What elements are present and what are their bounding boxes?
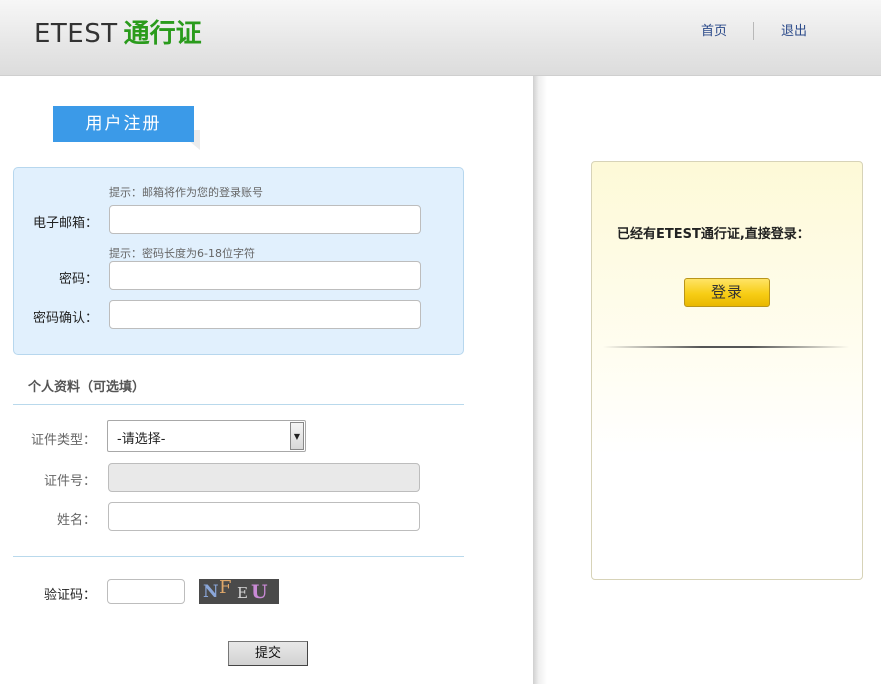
column-shadow: [533, 76, 547, 684]
id-type-label: 证件类型：: [30, 433, 96, 448]
logo-accent-text: 通行证: [123, 19, 202, 49]
password-confirm-field[interactable]: [109, 300, 421, 329]
captcha-char: N: [203, 582, 219, 602]
nav-logout-link[interactable]: 退出: [781, 22, 807, 42]
header-bar: ETEST 通行证 首页 退出: [0, 0, 881, 76]
id-type-selected-value: -请选择-: [117, 432, 166, 447]
email-label: 电子邮箱：: [32, 216, 98, 231]
name-field[interactable]: [108, 502, 420, 531]
password-field[interactable]: [109, 261, 421, 290]
name-label: 姓名：: [56, 513, 96, 528]
captcha-field[interactable]: [107, 579, 185, 604]
captcha-image[interactable]: N F E U: [199, 579, 279, 604]
id-type-select[interactable]: -请选择- ▼: [107, 420, 306, 452]
email-field[interactable]: [109, 205, 421, 234]
captcha-char: F: [219, 579, 232, 598]
captcha-char: E: [237, 584, 248, 602]
captcha-label: 验证码：: [43, 588, 96, 603]
email-hint: 提示：邮箱将作为您的登录账号: [109, 186, 263, 199]
password-label: 密码：: [58, 272, 98, 287]
dropdown-arrow-icon[interactable]: ▼: [290, 422, 304, 450]
nav-divider: [753, 22, 754, 40]
login-button[interactable]: 登录: [684, 278, 770, 307]
password-confirm-label: 密码确认：: [32, 311, 98, 326]
profile-section-title: 个人资料（可选填）: [28, 380, 146, 395]
section-divider: [13, 404, 464, 405]
login-divider: [603, 346, 849, 348]
password-hint: 提示：密码长度为6-18位字符: [109, 247, 255, 260]
id-number-label: 证件号：: [43, 474, 96, 489]
captcha-char: U: [251, 581, 268, 603]
id-number-field[interactable]: [108, 463, 420, 492]
logo-text: ETEST: [34, 19, 118, 49]
login-prompt-text: 已经有ETEST通行证,直接登录：: [617, 227, 810, 242]
submit-button[interactable]: 提交: [228, 641, 308, 666]
section-divider: [13, 556, 464, 557]
register-tab-title: 用户注册: [53, 106, 194, 142]
site-logo[interactable]: ETEST 通行证: [34, 18, 202, 50]
nav-home-link[interactable]: 首页: [701, 22, 727, 42]
